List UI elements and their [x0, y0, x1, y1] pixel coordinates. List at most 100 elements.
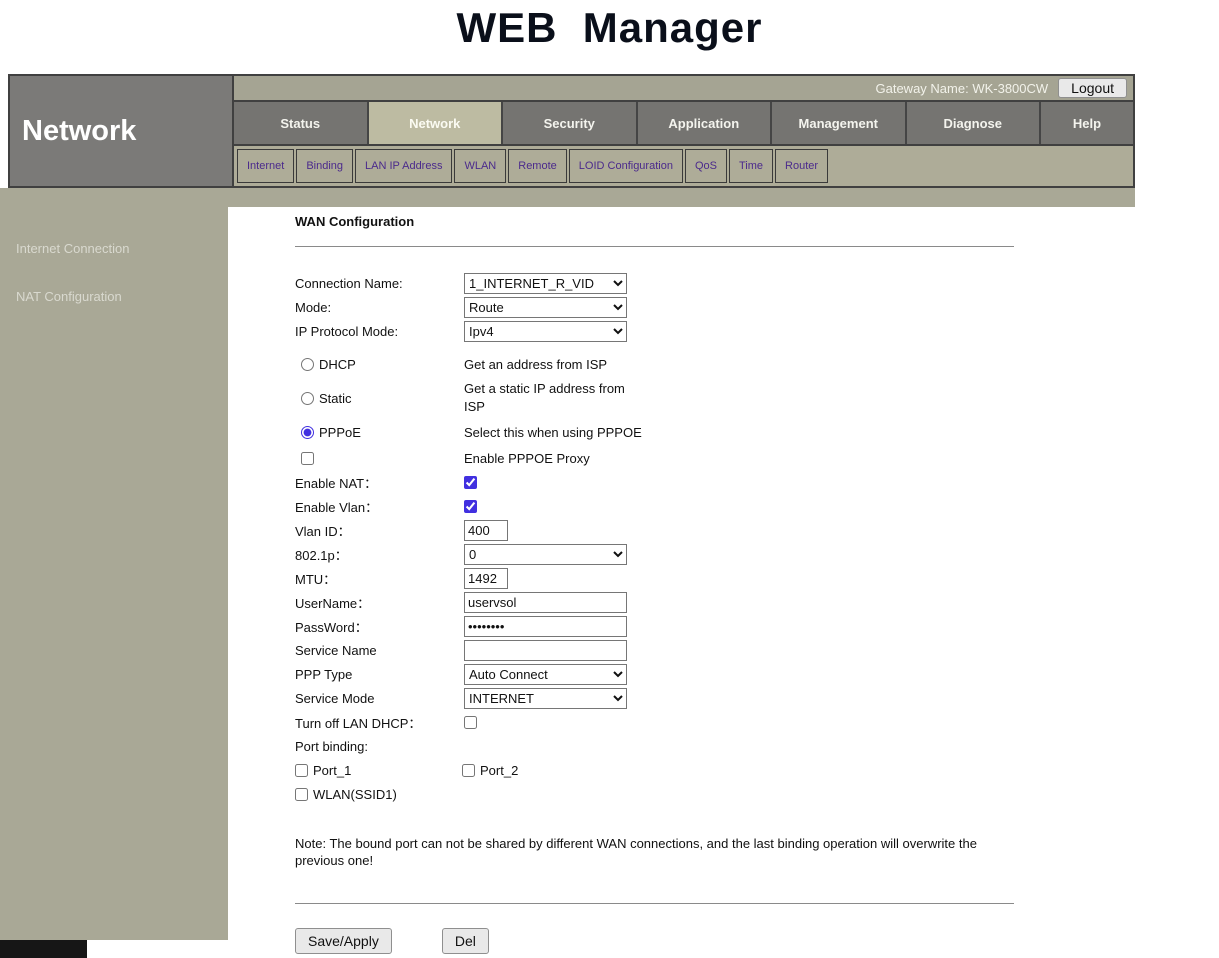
username-row: UserName： — [295, 592, 1015, 613]
subtab-wlan[interactable]: WLAN — [454, 149, 506, 183]
dhcp-label: DHCP — [319, 357, 356, 372]
header-right: Gateway Name: WK-3800CW Logout Status Ne… — [234, 76, 1133, 186]
vlan-id-label: Vlan ID： — [295, 521, 464, 540]
top-divider — [295, 246, 1014, 247]
gateway-name-label: Gateway Name: WK-3800CW — [876, 81, 1049, 96]
username-label: UserName： — [295, 593, 464, 612]
static-description: Get a static IP address from ISP — [464, 380, 636, 416]
subtab-router[interactable]: Router — [775, 149, 828, 183]
subtab-qos[interactable]: QoS — [685, 149, 727, 183]
pppoe-radio[interactable] — [301, 426, 314, 439]
section-title: Network — [10, 76, 234, 186]
turn-off-lan-dhcp-checkbox[interactable] — [464, 716, 477, 729]
enable-nat-label: Enable NAT： — [295, 473, 464, 492]
ip-protocol-mode-select[interactable]: Ipv4 — [464, 321, 627, 342]
port2-checkbox[interactable] — [462, 764, 475, 777]
subtab-loid-configuration[interactable]: LOID Configuration — [569, 149, 683, 183]
static-label: Static — [319, 391, 352, 406]
mtu-label: MTU： — [295, 569, 464, 588]
static-row: Static Get a static IP address from ISP — [295, 380, 1015, 416]
connection-name-label: Connection Name: — [295, 276, 464, 291]
subtab-binding[interactable]: Binding — [296, 149, 353, 183]
username-input[interactable] — [464, 592, 627, 613]
dhcp-radio[interactable] — [301, 358, 314, 371]
subtab-lan-ip-address[interactable]: LAN IP Address — [355, 149, 452, 183]
ip-protocol-mode-row: IP Protocol Mode: Ipv4 — [295, 321, 1015, 342]
sidebar-item-internet-connection[interactable]: Internet Connection — [0, 241, 228, 256]
mode-row: Mode: Route — [295, 297, 1015, 318]
subtab-time[interactable]: Time — [729, 149, 773, 183]
page: WEB Manager Network Gateway Name: WK-380… — [0, 0, 1219, 958]
wlan-ssid1-row: WLAN(SSID1) — [295, 784, 1015, 805]
enable-nat-checkbox[interactable] — [464, 476, 477, 489]
tab-network[interactable]: Network — [369, 102, 504, 144]
ppp-type-row: PPP Type Auto Connect — [295, 664, 1015, 685]
pppoe-proxy-checkbox[interactable] — [301, 452, 314, 465]
bottom-divider — [295, 903, 1014, 904]
password-input[interactable] — [464, 616, 627, 637]
tab-help[interactable]: Help — [1041, 102, 1133, 144]
tab-management[interactable]: Management — [772, 102, 907, 144]
static-radio[interactable] — [301, 392, 314, 405]
gateway-bar: Gateway Name: WK-3800CW Logout — [234, 76, 1133, 102]
enable-vlan-row: Enable Vlan： — [295, 496, 1015, 517]
tab-diagnose[interactable]: Diagnose — [907, 102, 1042, 144]
port-binding-label-row: Port binding: — [295, 736, 1015, 757]
subtab-internet[interactable]: Internet — [237, 149, 294, 183]
tab-security[interactable]: Security — [503, 102, 638, 144]
port2-label: Port_2 — [480, 763, 518, 778]
connection-name-select[interactable]: 1_INTERNET_R_VID — [464, 273, 627, 294]
pppoe-proxy-row: Enable PPPOE Proxy — [295, 448, 1015, 469]
service-mode-label: Service Mode — [295, 691, 464, 706]
mtu-row: MTU： — [295, 568, 1015, 589]
sidebar: Internet Connection NAT Configuration — [0, 207, 228, 940]
tab-application[interactable]: Application — [638, 102, 773, 144]
8021p-select[interactable]: 0 — [464, 544, 627, 565]
port-binding-label: Port binding: — [295, 739, 464, 754]
del-button[interactable]: Del — [442, 928, 489, 954]
logout-button[interactable]: Logout — [1058, 78, 1127, 98]
wlan-ssid1-label: WLAN(SSID1) — [313, 787, 397, 802]
page-title: WEB Manager — [0, 4, 1219, 52]
vlan-id-row: Vlan ID： — [295, 520, 1015, 541]
wan-configuration-title: WAN Configuration — [295, 214, 1015, 229]
pppoe-proxy-description: Enable PPPOE Proxy — [464, 451, 590, 466]
vlan-id-input[interactable] — [464, 520, 508, 541]
turn-off-lan-dhcp-label: Turn off LAN DHCP： — [295, 713, 464, 732]
dhcp-row: DHCP Get an address from ISP — [295, 351, 1015, 377]
save-apply-button[interactable]: Save/Apply — [295, 928, 392, 954]
port1-checkbox[interactable] — [295, 764, 308, 777]
enable-nat-row: Enable NAT： — [295, 472, 1015, 493]
pppoe-label: PPPoE — [319, 425, 361, 440]
mode-select[interactable]: Route — [464, 297, 627, 318]
mtu-input[interactable] — [464, 568, 508, 589]
port-binding-row: Port_1 Port_2 — [295, 760, 1015, 781]
wlan-ssid1-checkbox[interactable] — [295, 788, 308, 801]
pppoe-row: PPPoE Select this when using PPPOE — [295, 419, 1015, 445]
sidebar-item-nat-configuration[interactable]: NAT Configuration — [0, 289, 228, 304]
enable-vlan-checkbox[interactable] — [464, 500, 477, 513]
service-name-row: Service Name — [295, 640, 1015, 661]
password-label: PassWord： — [295, 617, 464, 636]
ip-protocol-mode-label: IP Protocol Mode: — [295, 324, 464, 339]
service-mode-select[interactable]: INTERNET — [464, 688, 627, 709]
tab-status[interactable]: Status — [234, 102, 369, 144]
subtab-remote[interactable]: Remote — [508, 149, 567, 183]
app-header: Network Gateway Name: WK-3800CW Logout S… — [8, 74, 1135, 188]
ppp-type-label: PPP Type — [295, 667, 464, 682]
service-mode-row: Service Mode INTERNET — [295, 688, 1015, 709]
mode-label: Mode: — [295, 300, 464, 315]
password-row: PassWord： — [295, 616, 1015, 637]
connection-name-row: Connection Name: 1_INTERNET_R_VID — [295, 273, 1015, 294]
main-content: WAN Configuration Connection Name: 1_INT… — [295, 207, 1015, 954]
service-name-label: Service Name — [295, 643, 464, 658]
ppp-type-select[interactable]: Auto Connect — [464, 664, 627, 685]
sub-nav: Internet Binding LAN IP Address WLAN Rem… — [234, 146, 1133, 186]
main-nav: Status Network Security Application Mana… — [234, 102, 1133, 146]
wan-form: Connection Name: 1_INTERNET_R_VID Mode: … — [295, 273, 1015, 954]
8021p-label: 802.1p： — [295, 545, 464, 564]
port1-label: Port_1 — [313, 763, 351, 778]
service-name-input[interactable] — [464, 640, 627, 661]
enable-vlan-label: Enable Vlan： — [295, 497, 464, 516]
header-strip — [0, 188, 1135, 207]
